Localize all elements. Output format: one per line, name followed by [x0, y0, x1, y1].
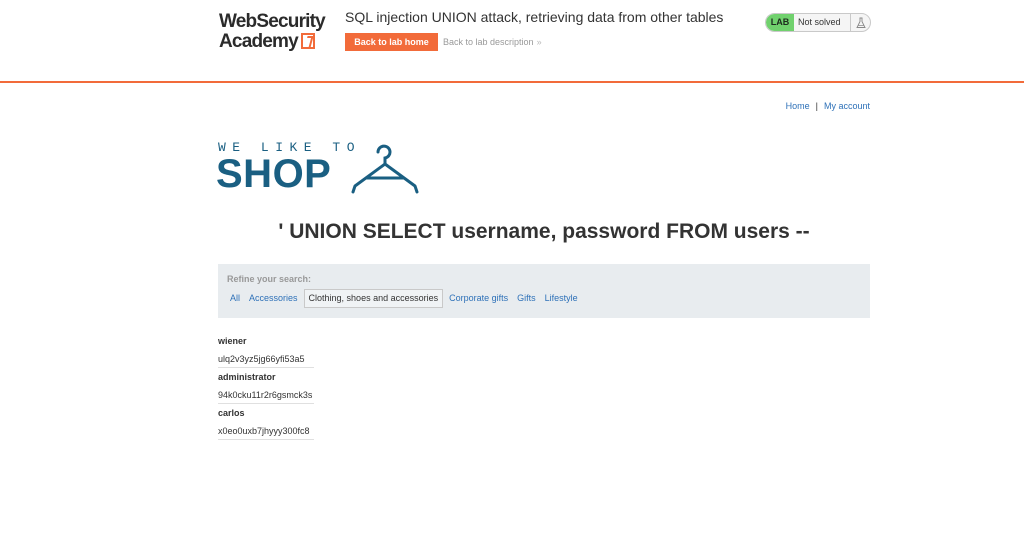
chevron-right-icon: » — [536, 37, 542, 47]
back-to-lab-description-label: Back to lab description — [443, 37, 534, 47]
shop-name: SHOP — [216, 152, 332, 196]
filter-label: Refine your search: — [227, 274, 312, 284]
home-link[interactable]: Home — [786, 101, 810, 111]
filter-clothing-shoes-accessories[interactable]: Clothing, shoes and accessories — [303, 289, 444, 308]
logo-line-1: WebSecurity — [219, 11, 326, 32]
filter-links: All Accessories Clothing, shoes and acce… — [227, 289, 581, 308]
flask-icon[interactable] — [850, 14, 870, 31]
result-username: administrator — [218, 372, 276, 382]
search-heading: ' UNION SELECT username, password FROM u… — [278, 220, 810, 243]
lab-status-text: Not solved — [798, 17, 841, 27]
back-to-lab-description-link[interactable]: Back to lab description» — [443, 37, 542, 47]
shop-logo: WE LIKE TO SHOP — [216, 140, 428, 200]
filter-accessories[interactable]: Accessories — [246, 289, 301, 308]
logo-line-2: Academy — [219, 32, 335, 52]
filter-gifts[interactable]: Gifts — [514, 289, 539, 308]
lab-status-widget: LAB Not solved — [765, 13, 871, 32]
logo-line-2-text: Academy — [219, 31, 299, 52]
my-account-link[interactable]: My account — [824, 101, 870, 111]
lab-badge: LAB — [766, 14, 794, 31]
filter-lifestyle[interactable]: Lifestyle — [542, 289, 581, 308]
bolt-icon — [300, 33, 315, 49]
result-username: wiener — [218, 336, 247, 346]
filter-corporate-gifts[interactable]: Corporate gifts — [446, 289, 511, 308]
result-password: ulq2v3yz5jg66yfi53a5 — [218, 351, 314, 368]
lab-title: SQL injection UNION attack, retrieving d… — [345, 9, 724, 25]
page: WebSecurity Academy SQL injection UNION … — [0, 0, 1024, 552]
web-security-academy-logo[interactable]: WebSecurity Academy — [219, 12, 335, 54]
results-table: wiener ulq2v3yz5jg66yfi53a5 administrato… — [218, 333, 314, 441]
result-password: x0eo0uxb7jhyyy300fc8 — [218, 423, 314, 440]
nav-separator: | — [815, 101, 818, 111]
top-nav: Home | My account — [786, 101, 870, 111]
hanger-icon — [351, 144, 419, 194]
back-to-lab-home-button[interactable]: Back to lab home — [345, 33, 438, 51]
filter-all[interactable]: All — [227, 289, 243, 308]
academy-header: WebSecurity Academy SQL injection UNION … — [0, 0, 1024, 83]
filter-box: Refine your search: All Accessories Clot… — [218, 264, 870, 318]
result-username: carlos — [218, 408, 245, 418]
result-password: 94k0cku11r2r6gsmck3s — [218, 387, 314, 404]
